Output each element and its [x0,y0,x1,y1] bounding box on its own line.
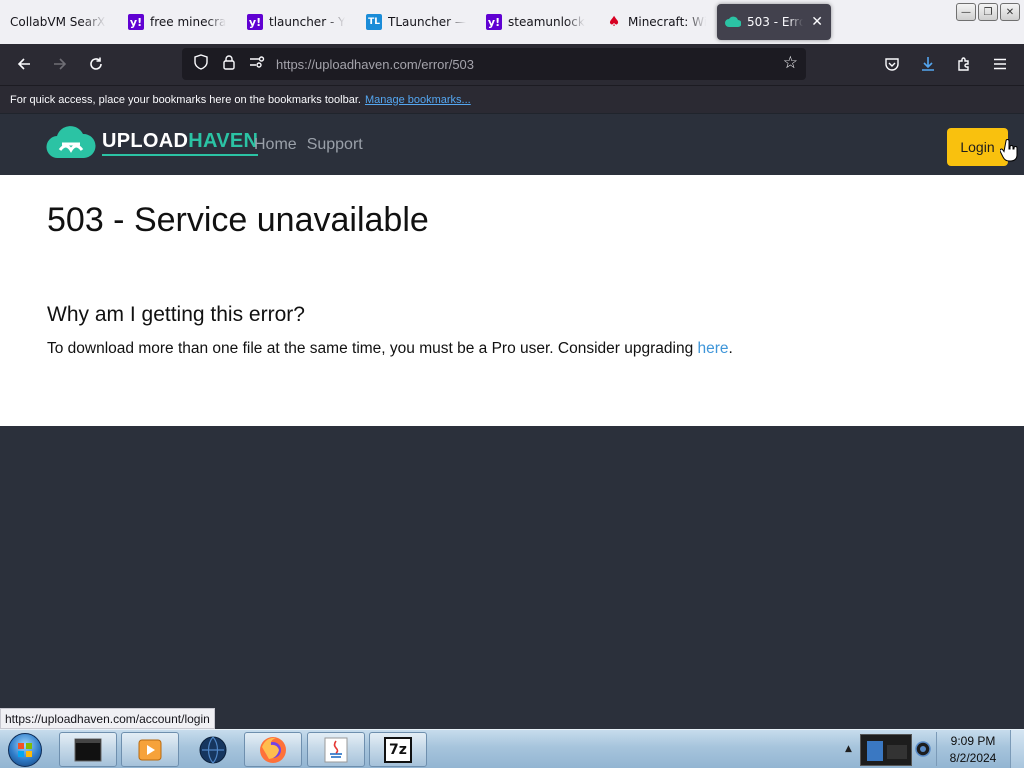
tab-title: CollabVM SearXNG [10,15,106,29]
cloud-logo-icon [46,126,96,159]
7zip-icon: 7z [384,736,412,763]
taskbar-7zip[interactable]: 7z [369,732,427,767]
error-message-text: To download more than one file at the sa… [47,340,698,357]
tab-tlauncher[interactable]: TL TLauncher — [366,4,466,40]
error-content: 503 - Service unavailable Why am I getti… [0,175,1024,426]
show-desktop-button[interactable] [1010,730,1024,768]
minecraft-icon: ♠ [607,14,621,30]
menu-button[interactable] [986,50,1014,78]
windows-logo-icon [8,732,42,767]
downloads-button[interactable] [914,50,942,78]
download-icon [922,57,934,71]
taskbar-cmd[interactable] [59,732,117,767]
close-tab-icon[interactable]: ✕ [811,14,823,30]
navigation-toolbar: https://uploadhaven.com/error/503 ☆ [0,44,1024,85]
java-icon [324,737,348,762]
logo-text: UPLOADHAVEN [102,130,259,156]
7zip-label: 7z [389,741,407,758]
tlauncher-icon: TL [366,14,382,30]
back-button[interactable] [10,50,38,78]
url-host: https://uploadhaven.com [276,56,418,72]
reload-button[interactable] [82,50,110,78]
window-controls: — ❐ ✕ [956,3,1020,21]
bookmark-star-icon[interactable]: ☆ [783,53,798,73]
logo-text-upload: UPLOAD [102,130,189,152]
login-button[interactable]: Login [947,128,1008,166]
error-subheading: Why am I getting this error? [47,303,305,326]
logo-text-haven: HAVEN [188,130,259,152]
tab-tlauncher-yahoo[interactable]: y! tlauncher - Yahoo [247,4,345,40]
status-link-preview: https://uploadhaven.com/account/login [0,708,215,729]
error-message: To download more than one file at the sa… [47,340,733,358]
yahoo-icon: y! [247,14,263,30]
tab-title: tlauncher - Yahoo [269,15,345,29]
puzzle-icon [958,57,969,71]
close-window-button[interactable]: ✕ [1000,3,1020,21]
network-icon[interactable] [914,740,932,762]
url-text[interactable]: https://uploadhaven.com/error/503 [276,57,474,72]
yahoo-icon: y! [128,14,144,30]
system-clock[interactable]: 9:09 PM 8/2/2024 [940,733,1006,767]
taskbar-media-player[interactable] [121,732,179,767]
upgrade-link[interactable]: here [698,340,729,357]
reload-icon [90,57,102,70]
error-message-end: . [728,340,733,357]
nav-home-link[interactable]: Home [254,136,297,154]
forward-button[interactable] [46,50,74,78]
nav-support-link[interactable]: Support [307,136,363,154]
tray-divider [936,732,937,766]
forward-arrow-icon [54,58,67,70]
hamburger-menu-icon [994,58,1006,70]
clock-date: 8/2/2024 [949,751,997,765]
uploadhaven-cloud-icon [725,14,741,30]
site-header: UPLOADHAVEN Home Support Login [0,113,1024,175]
bookmarks-toolbar: For quick access, place your bookmarks h… [0,85,1024,113]
taskbar-java[interactable] [307,732,365,767]
hand-cursor-icon [1000,139,1018,162]
clock-time: 9:09 PM [950,734,996,748]
media-player-icon [138,739,162,760]
tab-collabvm[interactable]: CollabVM SearXNG [10,4,106,40]
tab-strip: CollabVM SearXNG y! free minecraft y! tl… [0,0,1024,44]
tab-503-error[interactable]: 503 - Error ✕ [717,4,831,40]
permissions-icon[interactable] [248,55,266,73]
cmd-icon [74,738,102,761]
uploadhaven-logo[interactable]: UPLOADHAVEN [46,124,259,162]
bookmarks-hint: For quick access, place your bookmarks h… [10,93,361,106]
back-arrow-icon [17,58,30,70]
pocket-icon [885,58,899,71]
taskbar: 7z ▲ 9:09 PM 8/2/2024 [0,729,1024,768]
extensions-button[interactable] [950,50,978,78]
firefox-icon [260,736,286,763]
shield-icon[interactable] [192,54,210,74]
yahoo-icon: y! [486,14,502,30]
manage-bookmarks-link[interactable]: Manage bookmarks... [365,94,471,106]
address-bar[interactable]: https://uploadhaven.com/error/503 ☆ [182,48,806,80]
site-nav: Home Support [254,136,363,154]
tab-title: TLauncher — [388,15,466,29]
taskbar-globe[interactable] [184,732,242,767]
tab-steamunlock[interactable]: y! steamunlock [486,4,586,40]
lock-icon[interactable] [220,54,238,74]
restore-button[interactable]: ❐ [978,3,998,21]
globe-icon [199,736,227,763]
taskbar-firefox[interactable] [244,732,302,767]
show-hidden-icons-icon[interactable]: ▲ [845,744,852,754]
pocket-button[interactable] [878,50,906,78]
url-path: /error/503 [417,56,475,72]
error-heading: 503 - Service unavailable [47,201,429,239]
minimize-button[interactable]: — [956,3,976,21]
tab-title: steamunlock [508,15,585,29]
tab-minecraft[interactable]: ♠ Minecraft: Win [606,4,706,40]
start-button[interactable] [3,731,47,768]
tab-title: Minecraft: Win [628,15,706,29]
tab-free-minecraft[interactable]: y! free minecraft [128,4,226,40]
tab-title: free minecraft [150,15,226,29]
page-footer-area [0,426,1024,728]
tab-title: 503 - Error [747,15,804,29]
tray-preview-thumbnail[interactable] [860,734,912,766]
